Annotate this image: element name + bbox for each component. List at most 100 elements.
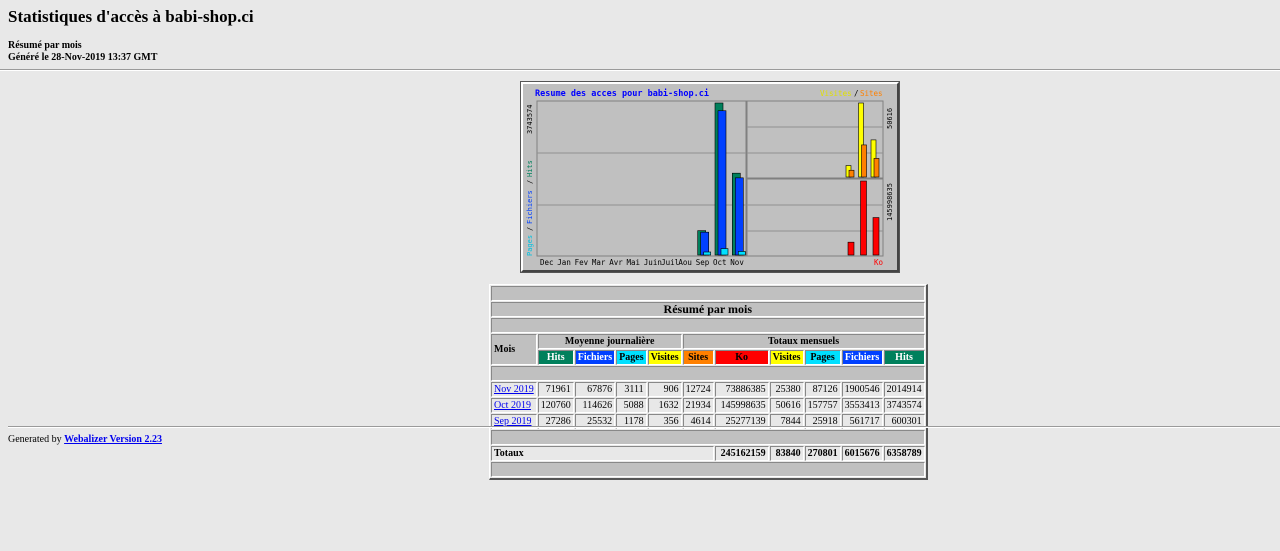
graph-title: Resume des acces pour babi-shop.ci xyxy=(535,88,709,99)
table-cell: 3553413 xyxy=(841,398,883,413)
usage-graph: Resume des acces pour babi-shop.ci Visit… xyxy=(520,81,900,273)
table-cell: 120760 xyxy=(537,398,574,413)
monthly-col-header: Pages xyxy=(804,350,841,365)
totals-label: Totaux xyxy=(491,446,714,461)
files-bar xyxy=(717,110,727,256)
month-label: Jan xyxy=(557,258,571,267)
footer: Generated by Webalizer Version 2.23 xyxy=(8,434,162,445)
month-label: Fev xyxy=(575,258,589,267)
table-cell: 1632 xyxy=(647,398,682,413)
monthly-col-header: Fichiers xyxy=(841,350,883,365)
table-cell: 3111 xyxy=(616,382,647,397)
pages-bar xyxy=(703,251,711,256)
col-month-header: Mois xyxy=(491,334,537,365)
webalizer-link[interactable]: Webalizer Version 2.23 xyxy=(64,434,162,445)
month-axis-labels: Dec Jan Fev Mar Avr Mai Juin Juil Aou Sep Oct Nov xyxy=(540,258,744,267)
daily-col-header: Hits xyxy=(537,350,574,365)
column-headers: Hits Fichiers Pages Visites Sites Ko Visites Pa… xyxy=(491,350,925,365)
month-label: Aou xyxy=(678,258,692,267)
table-cell: 50616 xyxy=(769,398,804,413)
pages-bar xyxy=(738,251,746,256)
sites-bar xyxy=(873,158,880,178)
kb-bar xyxy=(860,180,867,256)
right-top-axis-max: 50616 xyxy=(886,108,894,129)
sites-bar xyxy=(848,169,855,178)
month-label: Nov xyxy=(730,258,744,267)
month-label: Oct xyxy=(713,258,727,267)
month-label: Juin xyxy=(644,258,662,267)
group-daily-header: Moyenne journalière xyxy=(537,334,682,349)
legend-slash: / xyxy=(854,89,859,98)
footer-prefix: Generated by xyxy=(8,434,62,445)
table-cell: 906 xyxy=(647,382,682,397)
totals-visits: 83840 xyxy=(769,446,804,461)
month-cell: Nov 2019 xyxy=(491,382,537,397)
totals-pages: 270801 xyxy=(804,446,841,461)
axis-label-pages: Pages xyxy=(526,235,534,256)
month-cell: Oct 2019 xyxy=(491,398,537,413)
month-link[interactable]: Nov 2019 xyxy=(494,384,534,395)
table-cell: 25380 xyxy=(769,382,804,397)
page-subtitle-block: Résumé par mois Généré le 28-Nov-2019 13… xyxy=(8,40,1272,64)
page-title: Statistiques d'accès à babi-shop.ci xyxy=(8,7,254,26)
month-label: Dec xyxy=(540,258,554,267)
month-rows: Nov 2019 71961 67876 3111 906 12724 73886385 25… xyxy=(491,382,925,429)
axis-label-files: Fichiers xyxy=(526,190,534,224)
table-cell: 67876 xyxy=(574,382,616,397)
footer-divider xyxy=(8,426,1280,428)
table-row: Oct 2019 120760 114626 5088 1632 21934 1459986… xyxy=(491,398,925,413)
month-label: Avr xyxy=(609,258,623,267)
axis-label-sep: / xyxy=(526,227,534,231)
axis-label-hits: Hits xyxy=(526,160,534,177)
totals-kb: 245162159 xyxy=(714,446,769,461)
month-link[interactable]: Oct 2019 xyxy=(494,400,531,411)
legend-sites: Sites xyxy=(860,89,883,98)
table-cell: 3743574 xyxy=(883,398,925,413)
generated-date: Généré le 28-Nov-2019 13:37 GMT xyxy=(8,52,158,63)
kb-bar xyxy=(872,217,880,256)
table-cell: 87126 xyxy=(804,382,841,397)
table-cell: 12724 xyxy=(682,382,714,397)
daily-col-header: Pages xyxy=(616,350,647,365)
totals-files: 6015676 xyxy=(841,446,883,461)
summary-table: Résumé par mois Mois Moyenne journalière… xyxy=(489,284,928,480)
legend-visits: Visites xyxy=(820,89,852,98)
totals-hits: 6358789 xyxy=(883,446,925,461)
table-cell: 73886385 xyxy=(714,382,769,397)
monthly-col-header: Ko xyxy=(714,350,769,365)
header-divider xyxy=(0,69,1280,71)
month-label: Sep xyxy=(696,258,710,267)
files-bar xyxy=(735,177,744,256)
summary-table-title: Résumé par mois xyxy=(491,302,925,317)
monthly-col-header: Hits xyxy=(883,350,925,365)
monthly-col-header: Visites xyxy=(769,350,804,365)
table-cell: 1900546 xyxy=(841,382,883,397)
group-monthly-header: Totaux mensuels xyxy=(682,334,925,349)
table-cell: 21934 xyxy=(682,398,714,413)
right-bottom-axis-max: 145998635 xyxy=(886,183,894,221)
sites-bar xyxy=(861,144,867,178)
usage-graph-svg: Resume des acces pour babi-shop.ci Visit… xyxy=(526,88,894,267)
totals-row: Totaux 245162159 83840 270801 6015676 63… xyxy=(491,446,925,461)
table-cell: 145998635 xyxy=(714,398,769,413)
left-axis-label: Pages / Fichiers / Hits xyxy=(526,160,534,256)
table-cell: 71961 xyxy=(537,382,574,397)
kb-bar xyxy=(847,241,855,256)
month-label: Mar xyxy=(592,258,606,267)
monthly-col-header: Sites xyxy=(682,350,714,365)
daily-col-header: Fichiers xyxy=(574,350,616,365)
summary-table-wrap: Résumé par mois Mois Moyenne journalière… xyxy=(489,284,928,480)
table-row: Nov 2019 71961 67876 3111 906 12724 73886385 25… xyxy=(491,382,925,397)
table-cell: 157757 xyxy=(804,398,841,413)
kb-label: Ko xyxy=(874,258,884,267)
main-plot-area xyxy=(536,100,747,257)
page-subtitle: Résumé par mois xyxy=(8,40,82,51)
table-cell: 5088 xyxy=(616,398,647,413)
table-cell: 114626 xyxy=(574,398,616,413)
left-axis-max: 3743574 xyxy=(526,104,534,134)
month-label: Juil xyxy=(661,258,679,267)
axis-label-sep: / xyxy=(526,180,534,184)
month-label: Mai xyxy=(627,258,641,267)
files-bar xyxy=(700,231,709,256)
daily-col-header: Visites xyxy=(647,350,682,365)
